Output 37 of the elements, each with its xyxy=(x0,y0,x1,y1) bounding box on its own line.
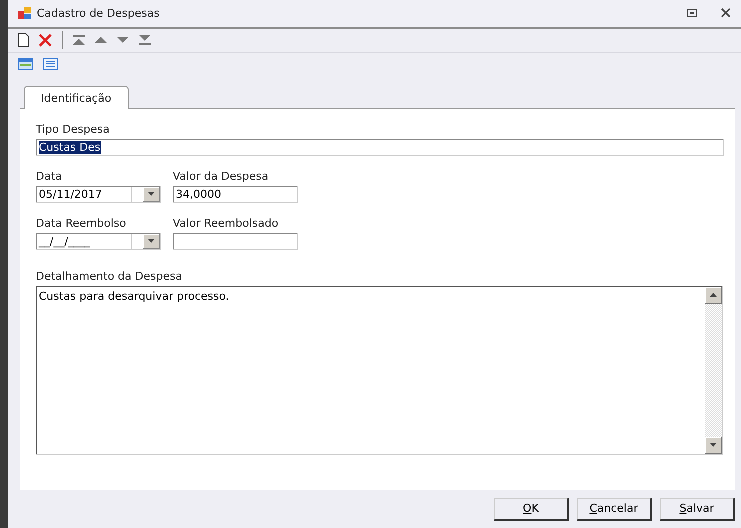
dialog-button[interactable]: Cancelar xyxy=(577,498,652,521)
input-field[interactable]: Custas Des xyxy=(36,138,724,156)
field-label: Data Reembolso xyxy=(36,216,128,230)
input-field[interactable]: 34,0000 xyxy=(173,186,298,203)
list-view-icon[interactable] xyxy=(43,58,58,70)
close-icon[interactable] xyxy=(721,8,731,18)
caret-icon xyxy=(148,239,155,244)
field-label: Valor da Despesa xyxy=(173,170,270,183)
scroll-up-button[interactable] xyxy=(705,286,722,304)
next-record-icon[interactable] xyxy=(117,37,129,44)
field-label: Data xyxy=(36,170,64,183)
form-view-icon[interactable] xyxy=(18,58,33,70)
dialog-button[interactable]: Salvar xyxy=(660,498,735,521)
restore-icon[interactable] xyxy=(687,9,697,18)
input-field[interactable] xyxy=(173,232,298,250)
field-label: Tipo Despesa xyxy=(36,122,111,136)
delete-icon[interactable] xyxy=(39,34,52,47)
scrollbar[interactable] xyxy=(705,286,722,454)
window-title: Cadastro de Despesas xyxy=(37,6,161,20)
scroll-down-button[interactable] xyxy=(705,436,722,454)
dropdown-button[interactable] xyxy=(143,234,160,249)
tab[interactable]: Identificação xyxy=(24,86,129,109)
dropdown-button[interactable] xyxy=(143,186,160,202)
caret-icon xyxy=(710,293,717,298)
caret-icon xyxy=(148,192,155,196)
previous-record-icon[interactable] xyxy=(95,37,107,44)
field-label: Detalhamento da Despesa xyxy=(36,270,184,283)
dialog-button[interactable]: OK xyxy=(494,498,569,521)
text-area[interactable]: Custas para desarquivar processo. xyxy=(36,286,723,455)
first-record-icon[interactable] xyxy=(73,35,85,46)
app-icon xyxy=(18,6,31,20)
date-field[interactable]: __/__/____ xyxy=(36,232,161,250)
last-record-icon[interactable] xyxy=(139,35,151,46)
new-document-icon[interactable] xyxy=(18,33,29,48)
field-label: Valor Reembolsado xyxy=(173,216,280,230)
caret-icon xyxy=(710,443,717,448)
date-field[interactable]: 05/11/2017 xyxy=(36,186,161,203)
